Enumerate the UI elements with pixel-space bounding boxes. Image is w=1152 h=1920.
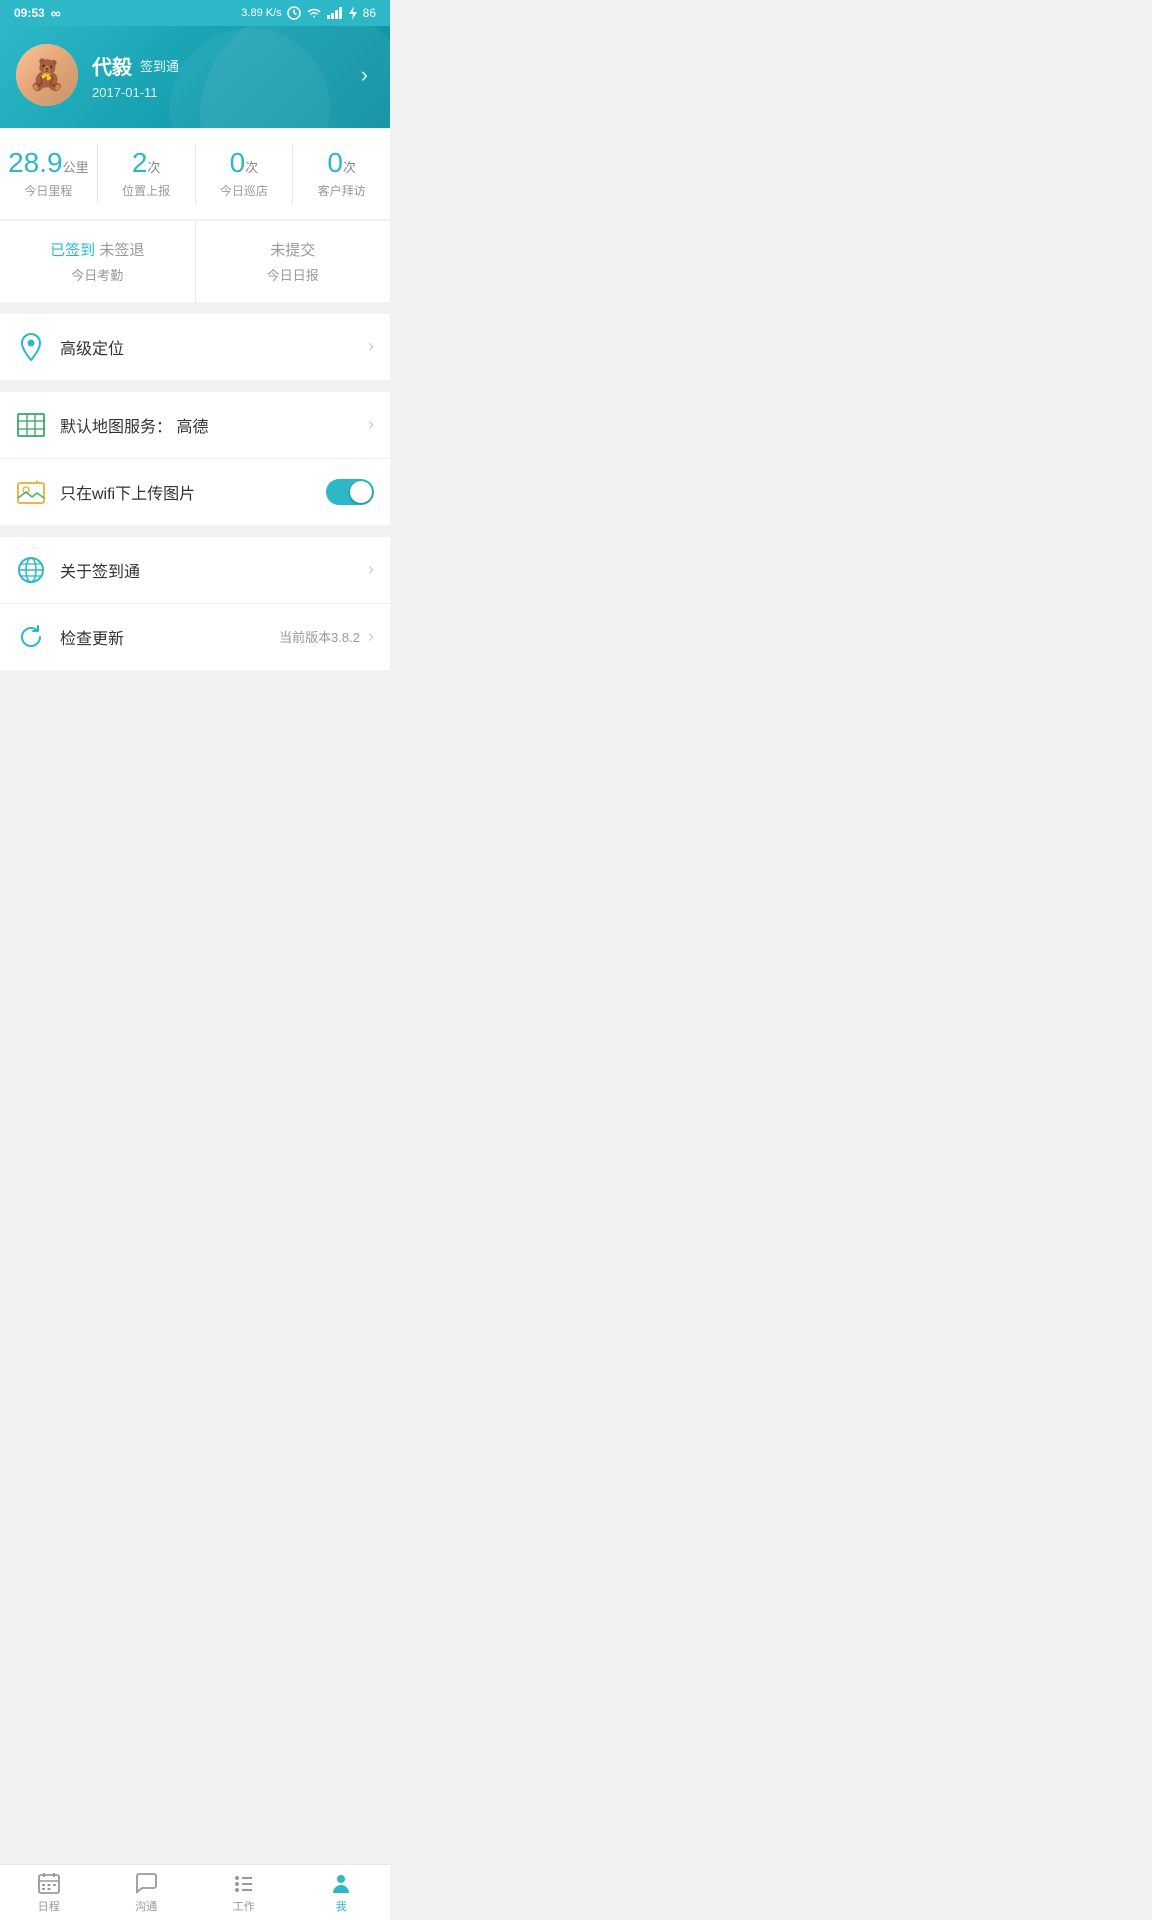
wifi-icon	[306, 7, 322, 19]
chat-icon	[134, 1871, 158, 1895]
stat-visit-value: 0次	[299, 148, 384, 179]
attendance-status: 已签到 未签退	[8, 239, 187, 260]
menu-item-location[interactable]: 高级定位 ›	[0, 314, 390, 380]
stat-distance-value: 28.9公里	[6, 148, 91, 179]
wifi-upload-label: 只在wifi下上传图片	[60, 480, 326, 504]
signed-label: 已签到	[50, 242, 95, 259]
calendar-icon	[37, 1871, 61, 1895]
location-chevron-icon: ›	[368, 336, 374, 357]
location-icon	[16, 332, 46, 362]
location-label: 高级定位	[60, 335, 368, 359]
nav-item-schedule[interactable]: 日程	[0, 1865, 98, 1920]
stat-location-value: 2次	[104, 148, 189, 179]
attendance-daily: 未提交 今日日报	[196, 221, 391, 302]
status-time: 09:53	[14, 6, 45, 20]
stat-distance: 28.9公里 今日里程	[0, 144, 98, 203]
nav-work-label: 工作	[233, 1898, 255, 1914]
nav-me-label: 我	[336, 1898, 347, 1914]
refresh-icon	[16, 622, 46, 652]
clock-icon	[287, 6, 301, 20]
map-chevron-icon: ›	[368, 414, 374, 435]
nav-message-label: 沟通	[135, 1898, 157, 1914]
stat-patrol: 0次 今日巡店	[196, 144, 294, 203]
menu-section-1: 高级定位 ›	[0, 314, 390, 380]
network-speed: 3.89 K/s	[241, 7, 281, 19]
person-icon	[329, 1871, 353, 1895]
status-bar: 09:53 ∞ 3.89 K/s	[0, 0, 390, 26]
profile-banner[interactable]: 代毅 签到通 2017-01-11 ›	[0, 26, 390, 128]
map-icon	[16, 410, 46, 440]
map-label: 默认地图服务： 高德	[60, 413, 368, 437]
profile-date: 2017-01-11	[92, 85, 361, 100]
avatar	[16, 44, 78, 106]
stat-visit-label: 客户拜访	[299, 182, 384, 199]
user-name: 代毅	[92, 51, 132, 80]
stat-location-report: 2次 位置上报	[98, 144, 196, 203]
toggle-track	[326, 479, 374, 505]
menu-item-map[interactable]: 默认地图服务： 高德 ›	[0, 392, 390, 459]
stats-section: 28.9公里 今日里程 2次 位置上报 0次 今日巡店 0次 客户拜访	[0, 128, 390, 219]
toggle-thumb	[350, 481, 372, 503]
app-badge: 签到通	[140, 56, 179, 75]
stat-distance-label: 今日里程	[6, 182, 91, 199]
menu-item-wifi-upload[interactable]: 只在wifi下上传图片	[0, 459, 390, 525]
wifi-upload-toggle[interactable]	[326, 479, 374, 505]
infinity-icon: ∞	[51, 5, 61, 21]
menu-section-3: 关于签到通 › 检查更新 当前版本3.8.2 ›	[0, 537, 390, 670]
status-left: 09:53 ∞	[14, 5, 61, 21]
section-divider-3	[0, 527, 390, 537]
update-label: 检查更新	[60, 625, 279, 649]
menu-item-update[interactable]: 检查更新 当前版本3.8.2 ›	[0, 604, 390, 670]
unsigned-label: 未签退	[99, 242, 144, 259]
attendance-checkin: 已签到 未签退 今日考勤	[0, 221, 196, 302]
about-label: 关于签到通	[60, 558, 368, 582]
stat-patrol-value: 0次	[202, 148, 287, 179]
bottom-nav: 日程 沟通 工作 我	[0, 1864, 390, 1920]
nav-item-message[interactable]: 沟通	[98, 1865, 196, 1920]
stat-location-label: 位置上报	[104, 182, 189, 199]
battery-level: 86	[363, 6, 376, 20]
attendance-label: 今日考勤	[8, 265, 187, 284]
daily-status: 未提交	[204, 239, 383, 260]
profile-info: 代毅 签到通 2017-01-11	[92, 51, 361, 100]
nav-item-work[interactable]: 工作	[195, 1865, 293, 1920]
update-chevron-icon: ›	[368, 626, 374, 647]
about-chevron-icon: ›	[368, 559, 374, 580]
nav-schedule-label: 日程	[38, 1898, 60, 1914]
status-right: 3.89 K/s	[241, 6, 376, 20]
daily-label: 今日日报	[204, 265, 383, 284]
stat-visit: 0次 客户拜访	[293, 144, 390, 203]
update-version: 当前版本3.8.2	[279, 627, 360, 646]
menu-section-2: 默认地图服务： 高德 › 只在wifi下上传图片	[0, 392, 390, 525]
signal-icon	[327, 7, 343, 19]
nav-item-me[interactable]: 我	[293, 1865, 391, 1920]
menu-item-about[interactable]: 关于签到通 ›	[0, 537, 390, 604]
attendance-section: 已签到 未签退 今日考勤 未提交 今日日报	[0, 221, 390, 302]
list-icon	[232, 1871, 256, 1895]
stat-patrol-label: 今日巡店	[202, 182, 287, 199]
section-divider-2	[0, 382, 390, 392]
profile-chevron-icon[interactable]: ›	[361, 62, 374, 88]
image-upload-icon	[16, 477, 46, 507]
charging-icon	[348, 6, 358, 20]
globe-icon	[16, 555, 46, 585]
section-divider-1	[0, 304, 390, 314]
